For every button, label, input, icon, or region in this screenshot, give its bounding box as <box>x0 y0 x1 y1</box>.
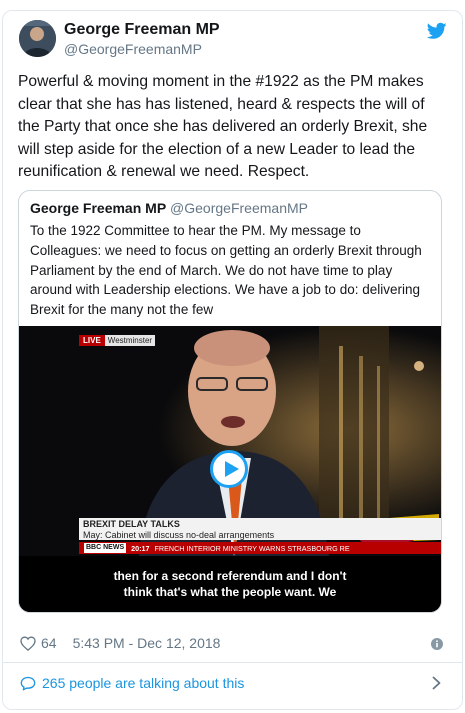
conversation-link[interactable]: 265 people are talking about this <box>20 675 244 691</box>
quoted-tweet[interactable]: George Freeman MP @GeorgeFreemanMP To th… <box>18 190 442 613</box>
live-badge: LIVE Westminster <box>79 335 156 346</box>
live-label: LIVE <box>79 335 105 346</box>
author-handle[interactable]: @GeorgeFreemanMP <box>64 41 202 57</box>
twitter-bird-icon[interactable] <box>427 22 447 40</box>
tweet-meta: 64 5:43 PM - Dec 12, 2018 <box>20 634 220 652</box>
play-icon <box>225 461 239 477</box>
quoted-tweet-header: George Freeman MP @GeorgeFreemanMP <box>30 200 308 216</box>
quoted-tweet-text: To the 1922 Committee to hear the PM. My… <box>30 223 422 318</box>
heart-icon[interactable] <box>20 635 36 651</box>
subtitle-line-1: then for a second referendum and I don't <box>113 569 347 583</box>
play-button[interactable] <box>210 450 248 488</box>
quoted-author-name: George Freeman MP <box>30 200 167 216</box>
video-player[interactable]: LIVE Westminster BREXIT DELAY TALKS May:… <box>19 326 441 612</box>
author-avatar[interactable] <box>19 20 56 57</box>
ticker-text: FRENCH INTERIOR MINISTRY WARNS STRASBOUR… <box>154 543 350 553</box>
info-icon[interactable] <box>431 638 443 650</box>
author-name[interactable]: George Freeman MP <box>64 21 220 39</box>
news-headline: BREXIT DELAY TALKS <box>83 519 180 529</box>
talking-count-label: 265 people are talking about this <box>42 675 245 691</box>
channel-logo: BBC NEWS <box>84 543 127 553</box>
news-ticker: BBC NEWS 20:17 FRENCH INTERIOR MINISTRY … <box>79 542 441 554</box>
news-subheadline: May: Cabinet will discuss no-deal arrang… <box>83 530 275 540</box>
chevron-right-icon[interactable] <box>432 676 441 690</box>
speech-bubble-icon <box>20 676 36 690</box>
news-lower-third: BREXIT DELAY TALKS May: Cabinet will dis… <box>79 518 441 540</box>
footer-divider <box>2 662 463 663</box>
subtitle-line-2: think that's what the people want. We <box>123 585 337 599</box>
live-location: Westminster <box>104 335 156 346</box>
tweet-text: Powerful & moving moment in the #1922 as… <box>18 73 428 180</box>
quoted-author-handle: @GeorgeFreemanMP <box>170 200 308 216</box>
ticker-time: 20:17 <box>131 543 150 553</box>
tweet-timestamp[interactable]: 5:43 PM - Dec 12, 2018 <box>73 635 221 651</box>
like-count[interactable]: 64 <box>41 635 57 651</box>
